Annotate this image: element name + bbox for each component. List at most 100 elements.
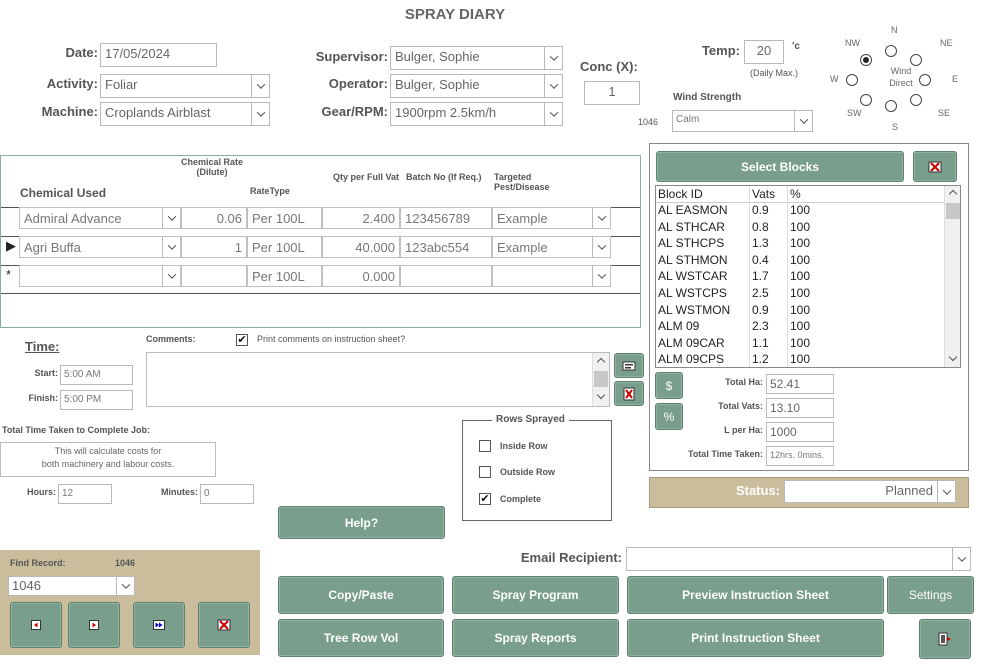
batch-no-field[interactable] <box>400 265 492 287</box>
batch-no-field[interactable]: 123456789 <box>400 207 492 229</box>
qty-per-vat-field[interactable]: 0.000 <box>322 265 400 287</box>
operator-select[interactable]: Bulger, Sophie <box>390 74 563 98</box>
preview-instruction-button[interactable]: Preview Instruction Sheet <box>627 576 884 614</box>
qty-per-vat-field[interactable]: 2.400 <box>322 207 400 229</box>
finish-field[interactable]: 5:00 PM <box>60 390 133 410</box>
wind-radio-e[interactable] <box>919 74 931 86</box>
start-field[interactable]: 5:00 AM <box>60 365 133 385</box>
status-select[interactable]: Planned <box>784 480 956 503</box>
wind-radio-ne[interactable] <box>910 54 922 66</box>
batch-no-field[interactable]: 123abc554 <box>400 236 492 258</box>
comments-scrollbar[interactable] <box>592 353 609 406</box>
wind-radio-w[interactable] <box>846 74 858 86</box>
rows-sprayed-checkbox[interactable] <box>479 440 491 452</box>
chemical-name-select[interactable]: Agri Buffa <box>19 236 181 258</box>
chevron-down-icon[interactable] <box>251 103 269 125</box>
block-list-item[interactable]: AL STHCPS 1.3 100 <box>656 236 944 253</box>
copy-paste-button[interactable]: Copy/Paste <box>278 576 444 614</box>
wind-radio-center[interactable] <box>860 54 872 66</box>
help-button[interactable]: Help? <box>278 506 445 539</box>
dollar-button[interactable]: $ <box>655 372 683 399</box>
target-pest-select[interactable] <box>492 265 611 287</box>
target-pest-select[interactable]: Example <box>492 207 611 229</box>
rate-type-field[interactable]: Per 100L <box>247 236 322 258</box>
chemical-rate-field[interactable]: 1 <box>181 236 247 258</box>
chevron-down-icon[interactable] <box>794 111 812 131</box>
new-record-button[interactable] <box>133 602 185 648</box>
chevron-down-icon[interactable] <box>162 266 180 286</box>
chevron-down-icon[interactable] <box>544 75 562 97</box>
rate-type-field[interactable]: Per 100L <box>247 265 322 287</box>
rate-type-field[interactable]: Per 100L <box>247 207 322 229</box>
row-selector-marker[interactable]: * <box>6 267 11 282</box>
block-list-item[interactable]: AL WSTCPS 2.5 100 <box>656 286 944 303</box>
supervisor-value: Bulger, Sophie <box>395 49 480 64</box>
chevron-down-icon[interactable] <box>937 481 955 502</box>
minutes-field[interactable]: 0 <box>200 484 254 504</box>
zoom-comments-button[interactable] <box>614 353 644 378</box>
tree-row-vol-button[interactable]: Tree Row Vol <box>278 619 444 657</box>
print-comments-checkbox[interactable]: ✔ <box>236 334 248 346</box>
supervisor-select[interactable]: Bulger, Sophie <box>390 46 563 70</box>
machine-select[interactable]: Croplands Airblast <box>100 102 270 126</box>
chemical-rate-field[interactable] <box>181 265 247 287</box>
blocks-scrollbar[interactable] <box>944 186 960 367</box>
chevron-down-icon[interactable] <box>592 208 610 228</box>
blocks-header-vats: Vats <box>752 187 776 201</box>
block-list-item[interactable]: AL WSTCAR 1.7 100 <box>656 269 944 286</box>
chemical-name-select[interactable]: Admiral Advance <box>19 207 181 229</box>
chevron-down-icon[interactable] <box>116 577 134 595</box>
wind-radio-sw[interactable] <box>860 94 872 106</box>
block-list-item[interactable]: AL EASMON 0.9 100 <box>656 203 944 220</box>
spray-program-button[interactable]: Spray Program <box>452 576 619 614</box>
spray-reports-button[interactable]: Spray Reports <box>452 619 619 657</box>
percent-button[interactable]: % <box>655 403 683 430</box>
chemical-name-select[interactable] <box>19 265 181 287</box>
block-list-item[interactable]: AL WSTMON 0.9 100 <box>656 303 944 320</box>
clear-blocks-button[interactable] <box>913 151 957 182</box>
conc-field[interactable]: 1 <box>584 81 640 105</box>
chevron-down-icon[interactable] <box>162 208 180 228</box>
chevron-down-icon[interactable] <box>544 103 562 125</box>
qty-per-vat-field[interactable]: 40.000 <box>322 236 400 258</box>
chevron-down-icon[interactable] <box>162 237 180 257</box>
temp-field[interactable]: 20 <box>744 40 784 64</box>
block-list-item[interactable]: ALM 09CPS 1.2 100 <box>656 352 944 367</box>
wind-radio-n[interactable] <box>885 45 897 57</box>
email-select[interactable] <box>626 547 971 571</box>
rows-sprayed-checkbox[interactable] <box>479 466 491 478</box>
blocks-list[interactable]: Block ID Vats % AL EASMON 0.9 100 AL STHCAR… <box>655 185 961 368</box>
select-blocks-button[interactable]: Select Blocks <box>656 151 904 182</box>
wind-radio-se[interactable] <box>910 94 922 106</box>
find-record-select[interactable]: 1046 <box>8 576 135 596</box>
activity-select[interactable]: Foliar <box>100 74 270 98</box>
print-instruction-button[interactable]: Print Instruction Sheet <box>627 619 884 657</box>
l-per-ha-field[interactable]: 1000 <box>766 422 834 442</box>
block-list-item[interactable]: ALM 09 2.3 100 <box>656 319 944 336</box>
block-id: AL STHCPS <box>658 236 725 251</box>
prev-record-button[interactable] <box>10 602 62 648</box>
wind-strength-select[interactable]: Calm <box>672 110 813 132</box>
hours-field[interactable]: 12 <box>58 484 112 504</box>
chevron-down-icon[interactable] <box>592 237 610 257</box>
wind-radio-s[interactable] <box>885 100 897 112</box>
target-pest-select[interactable]: Example <box>492 236 611 258</box>
exit-button[interactable] <box>919 619 971 659</box>
block-list-item[interactable]: AL STHCAR 0.8 100 <box>656 220 944 237</box>
comments-textarea[interactable] <box>146 352 610 407</box>
gear-select[interactable]: 1900rpm 2.5km/h <box>390 102 563 126</box>
next-record-button[interactable] <box>68 602 120 648</box>
clear-comments-button[interactable] <box>614 381 644 406</box>
chevron-down-icon[interactable] <box>592 266 610 286</box>
chevron-down-icon[interactable] <box>251 75 269 97</box>
settings-button[interactable]: Settings <box>887 576 974 614</box>
block-list-item[interactable]: AL STHMON 0.4 100 <box>656 253 944 270</box>
delete-record-button[interactable] <box>198 602 250 648</box>
chemical-rate-field[interactable]: 0.06 <box>181 207 247 229</box>
row-selector-marker[interactable]: ▶ <box>6 238 16 254</box>
chevron-down-icon[interactable] <box>952 548 970 570</box>
block-list-item[interactable]: ALM 09CAR 1.1 100 <box>656 336 944 353</box>
rows-sprayed-checkbox[interactable]: ✔ <box>479 493 491 505</box>
date-field[interactable]: 17/05/2024 <box>100 43 217 67</box>
chevron-down-icon[interactable] <box>544 47 562 69</box>
